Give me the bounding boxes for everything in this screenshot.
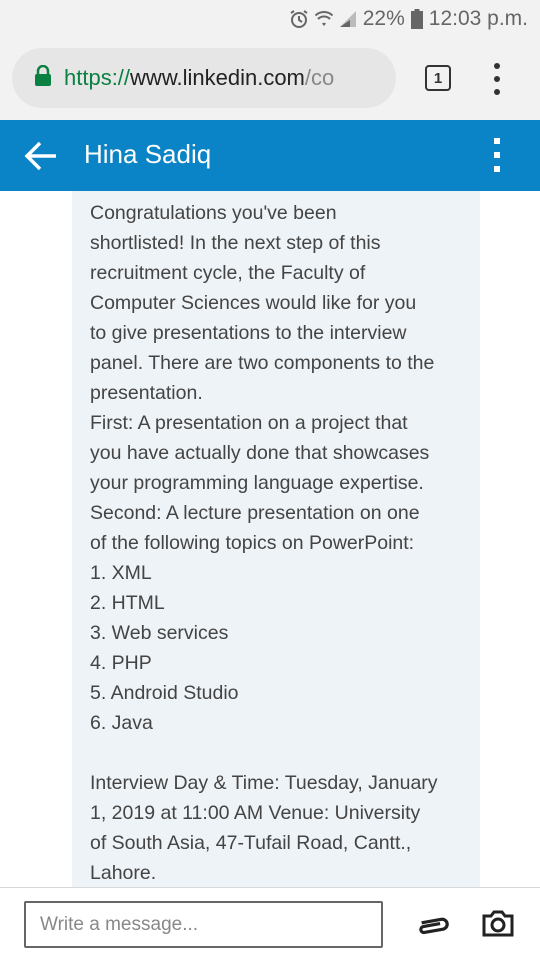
topic-item: 4. PHP bbox=[90, 652, 152, 674]
message-line: Second: A lecture presentation on one bbox=[90, 502, 420, 524]
topic-item: 5. Android Studio bbox=[90, 682, 239, 704]
conversation-header: Hina Sadiq bbox=[0, 120, 540, 191]
message-line: Interview Day & Time: Tuesday, January bbox=[90, 772, 438, 794]
message-line: First: A presentation on a project that bbox=[90, 412, 408, 434]
url-path: /co bbox=[304, 65, 335, 90]
message-line: recruitment cycle, the Faculty of bbox=[90, 262, 366, 284]
message-thread[interactable]: Congratulations you've been shortlisted! … bbox=[0, 191, 540, 887]
topic-item: 3. Web services bbox=[90, 622, 229, 644]
browser-toolbar: https://www.linkedin.com/co 1 bbox=[0, 38, 540, 120]
topic-item: 6. Java bbox=[90, 712, 153, 734]
status-icons: 22% 12:03 p.m. bbox=[289, 5, 528, 33]
message-line: Lahore. bbox=[90, 862, 157, 884]
interview-details: Interview Day & Time: Tuesday, January 1,… bbox=[90, 768, 470, 887]
signal-icon bbox=[339, 10, 357, 28]
message-line: presentation. bbox=[90, 382, 203, 404]
message-composer bbox=[0, 887, 540, 961]
message-line: Computer Sciences would like for you bbox=[90, 292, 417, 314]
topic-list: 1. XML 2. HTML 3. Web services 4. PHP 5. And… bbox=[90, 558, 470, 738]
message-line: of the following topics on PowerPoint: bbox=[90, 532, 415, 554]
wifi-icon bbox=[314, 10, 333, 28]
battery-percent: 22% bbox=[362, 7, 405, 30]
message-line: your programming language expertise. bbox=[90, 472, 424, 494]
url-scheme: https:// bbox=[64, 65, 131, 90]
clock: 12:03 p.m. bbox=[428, 7, 528, 30]
message-intro: Congratulations you've been shortlisted! … bbox=[90, 198, 470, 558]
message-line: to give presentations to the interview bbox=[90, 322, 407, 344]
paperclip-icon[interactable] bbox=[414, 909, 450, 939]
tab-switcher-button[interactable]: 1 bbox=[425, 65, 451, 91]
browser-menu-icon[interactable] bbox=[490, 63, 504, 95]
message-line: you have actually done that showcases bbox=[90, 442, 430, 464]
lock-icon bbox=[34, 64, 52, 92]
url-host: www.linkedin.com bbox=[130, 65, 305, 90]
more-options-icon[interactable] bbox=[491, 138, 503, 172]
url-text: https://www.linkedin.com/co bbox=[64, 65, 334, 91]
alarm-icon bbox=[289, 9, 309, 29]
contact-name[interactable]: Hina Sadiq bbox=[84, 139, 211, 170]
message-input[interactable] bbox=[24, 901, 383, 948]
topic-item: 2. HTML bbox=[90, 592, 165, 614]
topic-item: 1. XML bbox=[90, 562, 152, 584]
battery-icon bbox=[410, 9, 423, 29]
message-line: shortlisted! In the next step of this bbox=[90, 232, 381, 254]
message-line: panel. There are two components to the bbox=[90, 352, 435, 374]
status-bar: 22% 12:03 p.m. bbox=[0, 0, 540, 38]
message-line: of South Asia, 47-Tufail Road, Cantt., bbox=[90, 832, 412, 854]
message-line: 1, 2019 at 11:00 AM Venue: University bbox=[90, 802, 421, 824]
back-arrow-icon[interactable] bbox=[24, 140, 58, 172]
camera-icon[interactable] bbox=[481, 906, 515, 940]
message-line: Congratulations you've been bbox=[90, 202, 337, 224]
message-body: Congratulations you've been shortlisted! … bbox=[90, 198, 470, 887]
address-bar[interactable]: https://www.linkedin.com/co bbox=[12, 48, 396, 108]
